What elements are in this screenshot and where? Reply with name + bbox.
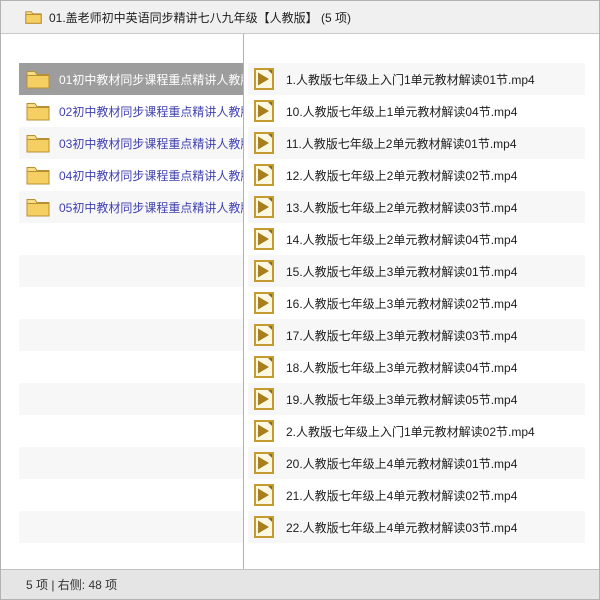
video-play-icon bbox=[254, 356, 274, 378]
status-text: 5 项 | 右侧: 48 项 bbox=[26, 576, 117, 593]
file-row[interactable]: 21.人教版七年级上4单元教材解读02节.mp4 bbox=[248, 479, 585, 511]
status-bar: 5 项 | 右侧: 48 项 bbox=[1, 569, 599, 599]
folder-row[interactable]: 03初中教材同步课程重点精讲人教版八 bbox=[19, 127, 243, 159]
folder-icon bbox=[26, 165, 50, 185]
folder-row[interactable]: 04初中教材同步课程重点精讲人教版八 bbox=[19, 159, 243, 191]
empty-row bbox=[19, 319, 243, 351]
file-name: 19.人教版七年级上3单元教材解读05节.mp4 bbox=[286, 391, 517, 408]
file-row[interactable]: 20.人教版七年级上4单元教材解读01节.mp4 bbox=[248, 447, 585, 479]
video-play-icon bbox=[254, 100, 274, 122]
video-play-icon bbox=[254, 164, 274, 186]
file-row[interactable]: 14.人教版七年级上2单元教材解读04节.mp4 bbox=[248, 223, 585, 255]
empty-row bbox=[19, 479, 243, 511]
empty-row bbox=[19, 255, 243, 287]
empty-row bbox=[19, 415, 243, 447]
video-play-icon bbox=[254, 324, 274, 346]
file-row[interactable]: 18.人教版七年级上3单元教材解读04节.mp4 bbox=[248, 351, 585, 383]
file-row[interactable]: 16.人教版七年级上3单元教材解读02节.mp4 bbox=[248, 287, 585, 319]
video-play-icon bbox=[254, 68, 274, 90]
folder-name: 05初中教材同步课程重点精讲人教版九 bbox=[59, 199, 243, 216]
file-name: 1.人教版七年级上入门1单元教材解读01节.mp4 bbox=[286, 71, 535, 88]
folder-icon bbox=[25, 10, 42, 24]
header-bar: 01.盖老师初中英语同步精讲七八九年级【人教版】 (5 项) bbox=[1, 1, 599, 34]
folder-icon bbox=[26, 133, 50, 153]
folder-icon bbox=[26, 197, 50, 217]
content-area: 01初中教材同步课程重点精讲人教版七 02初中教材同步课程重点精讲人教版七 03… bbox=[1, 34, 599, 569]
file-name: 12.人教版七年级上2单元教材解读02节.mp4 bbox=[286, 167, 517, 184]
folder-icon bbox=[26, 101, 50, 121]
folder-name: 02初中教材同步课程重点精讲人教版七 bbox=[59, 103, 243, 120]
video-play-icon bbox=[254, 132, 274, 154]
file-name: 16.人教版七年级上3单元教材解读02节.mp4 bbox=[286, 295, 517, 312]
file-name: 11.人教版七年级上2单元教材解读01节.mp4 bbox=[286, 135, 517, 152]
file-row[interactable]: 22.人教版七年级上4单元教材解读03节.mp4 bbox=[248, 511, 585, 543]
empty-row bbox=[19, 351, 243, 383]
folder-row[interactable]: 01初中教材同步课程重点精讲人教版七 bbox=[19, 63, 243, 95]
video-play-icon bbox=[254, 292, 274, 314]
empty-row bbox=[19, 511, 243, 543]
video-play-icon bbox=[254, 452, 274, 474]
file-row[interactable]: 19.人教版七年级上3单元教材解读05节.mp4 bbox=[248, 383, 585, 415]
file-row[interactable]: 2.人教版七年级上入门1单元教材解读02节.mp4 bbox=[248, 415, 585, 447]
file-name: 22.人教版七年级上4单元教材解读03节.mp4 bbox=[286, 519, 517, 536]
file-row[interactable]: 1.人教版七年级上入门1单元教材解读01节.mp4 bbox=[248, 63, 585, 95]
file-row[interactable]: 17.人教版七年级上3单元教材解读03节.mp4 bbox=[248, 319, 585, 351]
folder-name: 01初中教材同步课程重点精讲人教版七 bbox=[59, 71, 243, 88]
empty-row bbox=[19, 287, 243, 319]
current-folder-title: 01.盖老师初中英语同步精讲七八九年级【人教版】 (5 项) bbox=[49, 9, 351, 26]
folder-row[interactable]: 05初中教材同步课程重点精讲人教版九 bbox=[19, 191, 243, 223]
file-list: 1.人教版七年级上入门1单元教材解读01节.mp4 10.人教版七年级上1单元教… bbox=[248, 34, 585, 569]
file-name: 21.人教版七年级上4单元教材解读02节.mp4 bbox=[286, 487, 517, 504]
file-name: 14.人教版七年级上2单元教材解读04节.mp4 bbox=[286, 231, 517, 248]
video-play-icon bbox=[254, 388, 274, 410]
empty-row bbox=[19, 223, 243, 255]
file-name: 17.人教版七年级上3单元教材解读03节.mp4 bbox=[286, 327, 517, 344]
folder-name: 03初中教材同步课程重点精讲人教版八 bbox=[59, 135, 243, 152]
file-name: 13.人教版七年级上2单元教材解读03节.mp4 bbox=[286, 199, 517, 216]
file-manager-window: 01.盖老师初中英语同步精讲七八九年级【人教版】 (5 项) 01初中教材同步课… bbox=[0, 0, 600, 600]
folder-row[interactable]: 02初中教材同步课程重点精讲人教版七 bbox=[19, 95, 243, 127]
video-play-icon bbox=[254, 196, 274, 218]
empty-row bbox=[19, 447, 243, 479]
video-play-icon bbox=[254, 228, 274, 250]
video-play-icon bbox=[254, 260, 274, 282]
file-name: 2.人教版七年级上入门1单元教材解读02节.mp4 bbox=[286, 423, 535, 440]
file-row[interactable]: 15.人教版七年级上3单元教材解读01节.mp4 bbox=[248, 255, 585, 287]
file-row[interactable]: 13.人教版七年级上2单元教材解读03节.mp4 bbox=[248, 191, 585, 223]
file-name: 10.人教版七年级上1单元教材解读04节.mp4 bbox=[286, 103, 517, 120]
file-name: 15.人教版七年级上3单元教材解读01节.mp4 bbox=[286, 263, 517, 280]
file-name: 18.人教版七年级上3单元教材解读04节.mp4 bbox=[286, 359, 517, 376]
folder-name: 04初中教材同步课程重点精讲人教版八 bbox=[59, 167, 243, 184]
video-play-icon bbox=[254, 516, 274, 538]
video-play-icon bbox=[254, 420, 274, 442]
folder-icon bbox=[26, 69, 50, 89]
file-row[interactable]: 10.人教版七年级上1单元教材解读04节.mp4 bbox=[248, 95, 585, 127]
folder-list: 01初中教材同步课程重点精讲人教版七 02初中教材同步课程重点精讲人教版七 03… bbox=[1, 34, 244, 569]
file-row[interactable]: 12.人教版七年级上2单元教材解读02节.mp4 bbox=[248, 159, 585, 191]
file-name: 20.人教版七年级上4单元教材解读01节.mp4 bbox=[286, 455, 517, 472]
video-play-icon bbox=[254, 484, 274, 506]
file-row[interactable]: 11.人教版七年级上2单元教材解读01节.mp4 bbox=[248, 127, 585, 159]
empty-row bbox=[19, 383, 243, 415]
